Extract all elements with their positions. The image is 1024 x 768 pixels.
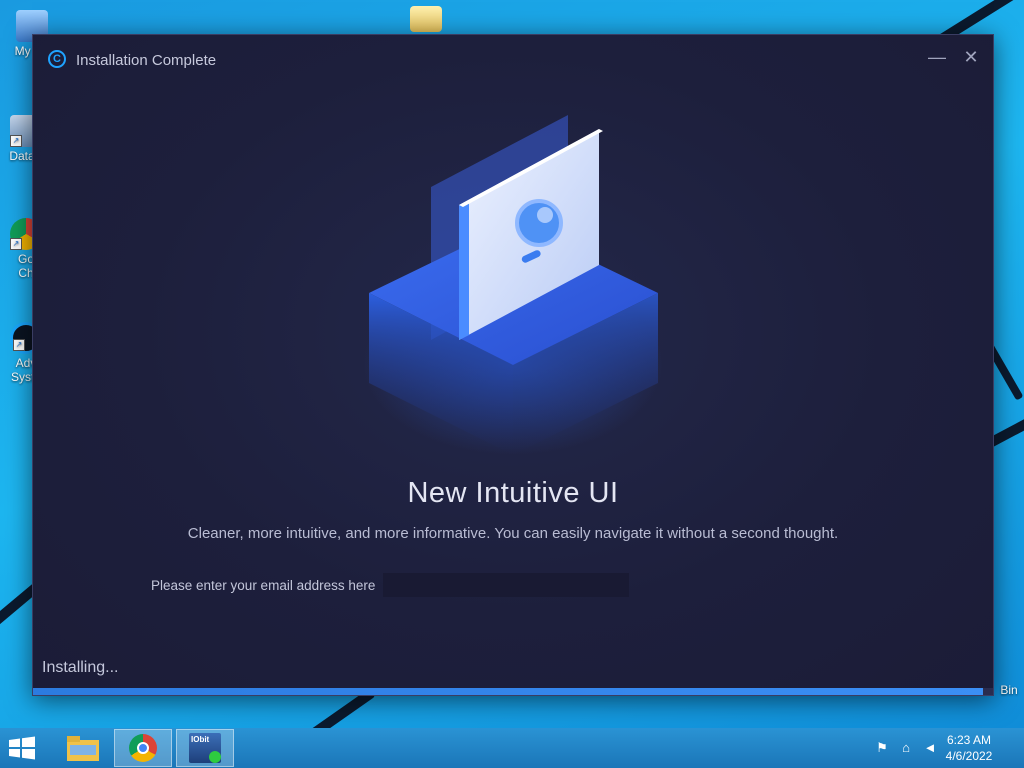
start-button[interactable]	[8, 736, 36, 760]
progress-bar	[33, 688, 993, 695]
taskbar-installer[interactable]: IObit	[176, 729, 234, 767]
folder-icon	[410, 6, 442, 32]
taskbar-file-explorer[interactable]	[54, 729, 112, 767]
app-logo-icon: C	[48, 50, 66, 68]
hero-illustration	[363, 115, 663, 455]
installer-icon: IObit	[189, 733, 221, 763]
status-text: Installing...	[42, 659, 119, 676]
installer-badge: IObit	[191, 735, 210, 744]
desktop-icon-folder[interactable]	[394, 6, 458, 34]
shortcut-arrow-icon: ↗	[10, 238, 22, 250]
installer-window: C Installation Complete — ✕ New Intuitiv…	[32, 34, 994, 696]
clock-date: 4/6/2022	[945, 749, 993, 763]
shortcut-arrow-icon: ↗	[10, 135, 22, 147]
network-icon[interactable]: ⌂	[898, 740, 914, 756]
file-explorer-icon	[67, 736, 99, 761]
close-button[interactable]: ✕	[959, 45, 983, 69]
window-title: Installation Complete	[76, 52, 217, 69]
email-input[interactable]	[383, 573, 629, 597]
minimize-button[interactable]: —	[925, 45, 949, 69]
description-text: Cleaner, more intuitive, and more inform…	[187, 525, 839, 542]
title-bar[interactable]: C Installation Complete — ✕	[33, 35, 993, 83]
clock[interactable]: 6:23 AM 4/6/2022	[934, 732, 1004, 764]
taskbar: IObit ⚑ ⌂ ◄ 6:23 AM 4/6/2022	[0, 728, 1024, 768]
taskbar-chrome[interactable]	[114, 729, 172, 767]
headline: New Intuitive UI	[407, 477, 619, 509]
chrome-icon	[129, 734, 157, 762]
shortcut-arrow-icon: ↗	[13, 339, 25, 351]
progress-fill	[33, 688, 984, 695]
email-label: Please enter your email address here	[151, 578, 376, 593]
action-center-flag-icon[interactable]: ⚑	[874, 740, 890, 756]
clock-time: 6:23 AM	[946, 733, 992, 747]
